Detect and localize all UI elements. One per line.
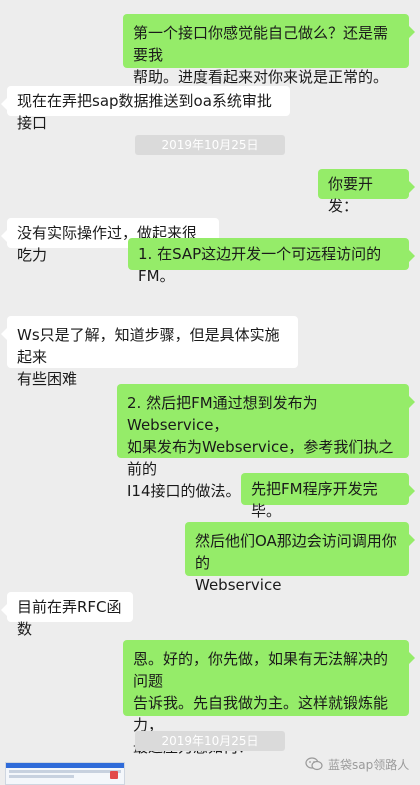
message-bubble-sent[interactable]: 先把FM程序开发完毕。 bbox=[241, 473, 415, 520]
watermark: 蓝袋sap领路人 bbox=[305, 753, 409, 775]
message-bubble-sent[interactable]: 你要开发： bbox=[318, 169, 415, 215]
wechat-icon bbox=[305, 757, 323, 771]
message-bubble-sent[interactable]: 然后他们OA那边会访问调用你的 Webservice bbox=[185, 522, 415, 594]
chat-area[interactable]: 第一个接口你感觉能自己做么？还是需要我 帮助。进度看起来对你来说是正常的。 现在… bbox=[0, 0, 420, 785]
thumbnail-marker bbox=[110, 771, 118, 779]
message-bubble-received[interactable]: 目前在弄RFC函数 bbox=[1, 592, 133, 638]
message-bubble-received[interactable]: Ws只是了解，知道步骤，但是具体实施起来 有些困难 bbox=[1, 316, 298, 388]
thumbnail-row bbox=[9, 770, 121, 773]
message-bubble-received[interactable]: 现在在弄把sap数据推送到oa系统审批接口 bbox=[1, 86, 290, 132]
message-bubble-sent[interactable]: 恩。好的，你先做，如果有无法解决的问题 告诉我。先自我做为主。这样就锻炼能力， … bbox=[123, 640, 415, 756]
message-bubble-sent[interactable]: 1. 在SAP这边开发一个可远程访问的FM。 bbox=[128, 238, 415, 285]
thumbnail-header bbox=[6, 763, 124, 768]
message-bubble-sent[interactable]: 第一个接口你感觉能自己做么？还是需要我 帮助。进度看起来对你来说是正常的。 bbox=[123, 14, 415, 86]
message-bubble-sent[interactable]: 2. 然后把FM通过想到发布为Webservice， 如果发布为Webservi… bbox=[117, 384, 415, 500]
image-thumbnail[interactable] bbox=[5, 762, 125, 785]
chat-timestamp: 2019年10月25日 bbox=[135, 731, 285, 751]
thumbnail-row bbox=[9, 775, 74, 778]
chat-timestamp: 2019年10月25日 bbox=[135, 135, 285, 155]
watermark-text: 蓝袋sap领路人 bbox=[328, 757, 410, 772]
